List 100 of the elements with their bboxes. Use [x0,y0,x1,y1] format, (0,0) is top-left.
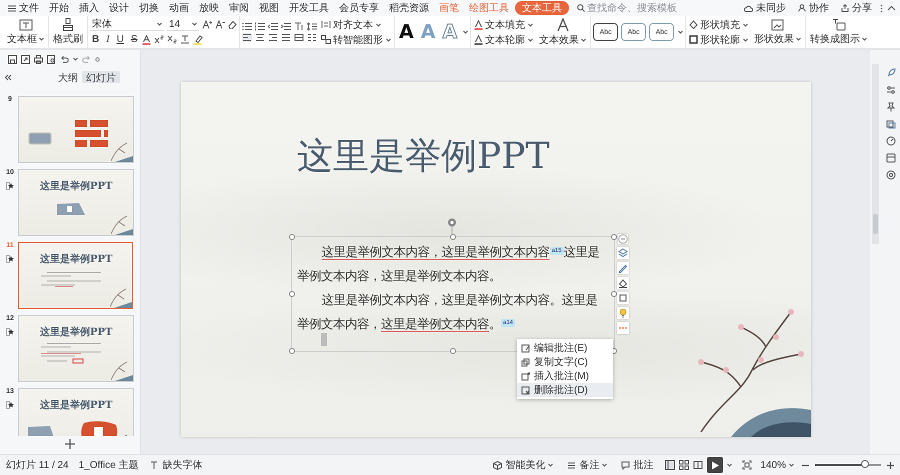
shrink-font-icon[interactable] [215,20,225,29]
fit-window-icon[interactable] [742,460,752,470]
caret-icon[interactable] [73,57,78,61]
format-button[interactable]: I [104,33,112,46]
shape-fill-icon[interactable] [617,277,629,289]
pencil-icon[interactable] [617,262,629,274]
collaborate-button[interactable]: 协作 [794,1,833,15]
caret-icon[interactable] [192,22,197,26]
slide-thumbnail[interactable]: 这里是举例PPT [18,315,134,382]
columns-icon[interactable] [307,33,317,42]
animation-star-icon[interactable] [6,328,14,336]
slide-thumbnail[interactable] [18,96,134,163]
convert-to-diagram-button[interactable]: 转换成图示 [808,17,870,47]
grid-view-icon[interactable] [679,460,690,470]
pin-icon[interactable] [886,102,896,112]
undo-icon[interactable] [60,55,69,63]
panel-tab[interactable]: 幻灯片 [82,71,120,83]
resize-handle[interactable] [289,291,295,297]
layers-icon[interactable] [617,247,629,259]
resize-handle[interactable] [450,234,456,240]
shape-outline-button[interactable]: 形状轮廓 [688,33,750,46]
menu-tab[interactable]: 设计 [105,1,133,15]
search-icon[interactable] [577,4,585,12]
menu-tab[interactable]: 视图 [255,1,283,15]
sliders-icon[interactable] [886,85,896,95]
normal-view-icon[interactable] [665,460,676,470]
animation-star-icon[interactable] [6,401,14,409]
grow-font-icon[interactable] [202,20,212,29]
zoom-in-icon[interactable] [887,462,894,468]
menu-tab[interactable]: 稻壳资源 [385,1,433,15]
font-dropdown[interactable]: 宋体 [90,18,164,31]
caret-icon[interactable] [528,38,534,42]
align-left-icon[interactable] [242,33,252,42]
align-center-icon[interactable] [255,33,265,42]
reading-view-icon[interactable] [693,460,704,470]
caret-icon[interactable] [743,38,748,42]
context-menu-item[interactable]: 编辑批注(E) [517,341,613,355]
caret-icon[interactable] [463,30,468,34]
justify-icon[interactable] [281,33,291,42]
align-right-icon[interactable] [268,33,278,42]
caret-icon[interactable] [528,22,534,26]
collapse-icon[interactable] [887,5,896,11]
text-style-preset[interactable]: A [397,21,416,43]
slide-thumbnail[interactable]: 这里是举例PPT [18,388,134,436]
format-painter-button[interactable]: 格式刷 [51,17,85,47]
line-spacing-icon[interactable] [307,22,317,31]
caret-icon[interactable] [727,463,732,467]
minus-circle-icon[interactable] [618,234,628,244]
menu-tab[interactable]: 审阅 [225,1,253,15]
caret-icon[interactable] [789,463,794,467]
print-preview-icon[interactable] [47,54,56,64]
square-icon[interactable] [617,292,629,304]
resize-handle[interactable] [611,291,617,297]
numbered-list-icon[interactable] [255,22,265,31]
gauge-icon[interactable] [886,136,896,146]
menu-tab[interactable]: 插入 [75,1,103,15]
text-style-preset[interactable]: A [440,21,460,43]
animation-star-icon[interactable] [6,182,14,190]
caret-icon[interactable] [157,22,162,26]
eraser-icon[interactable] [228,20,237,29]
menu-tab[interactable]: 开始 [45,1,73,15]
more-icon[interactable] [880,4,883,12]
text-box-button[interactable]: 文本框 [5,17,46,47]
caret-icon[interactable] [743,22,748,26]
search-field[interactable]: 查找命令、搜索模板 [587,2,683,14]
subscript-icon[interactable] [167,35,178,44]
save-icon[interactable] [8,54,17,64]
align-text-button[interactable]: 对齐文本 [320,18,392,31]
lightbulb-icon[interactable] [617,307,629,319]
text-fill-button[interactable]: 文本填充 [473,18,534,31]
rotate-handle-icon[interactable] [447,218,457,235]
play-button[interactable] [707,457,724,473]
format-button[interactable]: B [90,33,102,46]
context-menu-item[interactable]: 删除批注(D) [517,383,613,397]
caret-icon[interactable] [581,38,586,42]
copy-icon[interactable] [886,119,896,129]
resize-handle[interactable] [289,234,295,240]
share-button[interactable]: 分享 [837,1,876,15]
notes-button[interactable]: 备注 [565,457,610,473]
missing-font-button[interactable]: 缺失字体 [148,457,204,473]
distribute-icon[interactable] [294,33,304,42]
shape-fill-button[interactable]: 形状填充 [688,18,750,31]
resize-handle[interactable] [289,348,295,354]
menu-tab[interactable]: 放映 [195,1,223,15]
menu-tab[interactable]: 会员专享 [335,1,383,15]
character-spacing-icon[interactable] [180,35,190,44]
zoom-dropdown[interactable]: 140% [758,457,796,473]
menu-tab[interactable]: 动画 [165,1,193,15]
format-button[interactable]: S [128,33,140,46]
text-effects-button[interactable]: 文本效果 [537,17,588,47]
format-button[interactable]: U [114,33,126,46]
smart-art-button[interactable]: 转智能图形 [320,33,392,46]
slide-thumbnail[interactable]: 这里是举例PPT [18,242,133,309]
caret-icon[interactable] [796,37,802,41]
caret-icon[interactable] [548,463,554,467]
caret-icon[interactable] [376,22,381,26]
superscript-icon[interactable] [154,35,164,44]
context-menu-item[interactable]: 插入批注(M) [517,369,613,383]
context-menu-item[interactable]: 复制文字(C) [517,355,613,369]
menu-tab[interactable]: 文件 [4,1,43,15]
